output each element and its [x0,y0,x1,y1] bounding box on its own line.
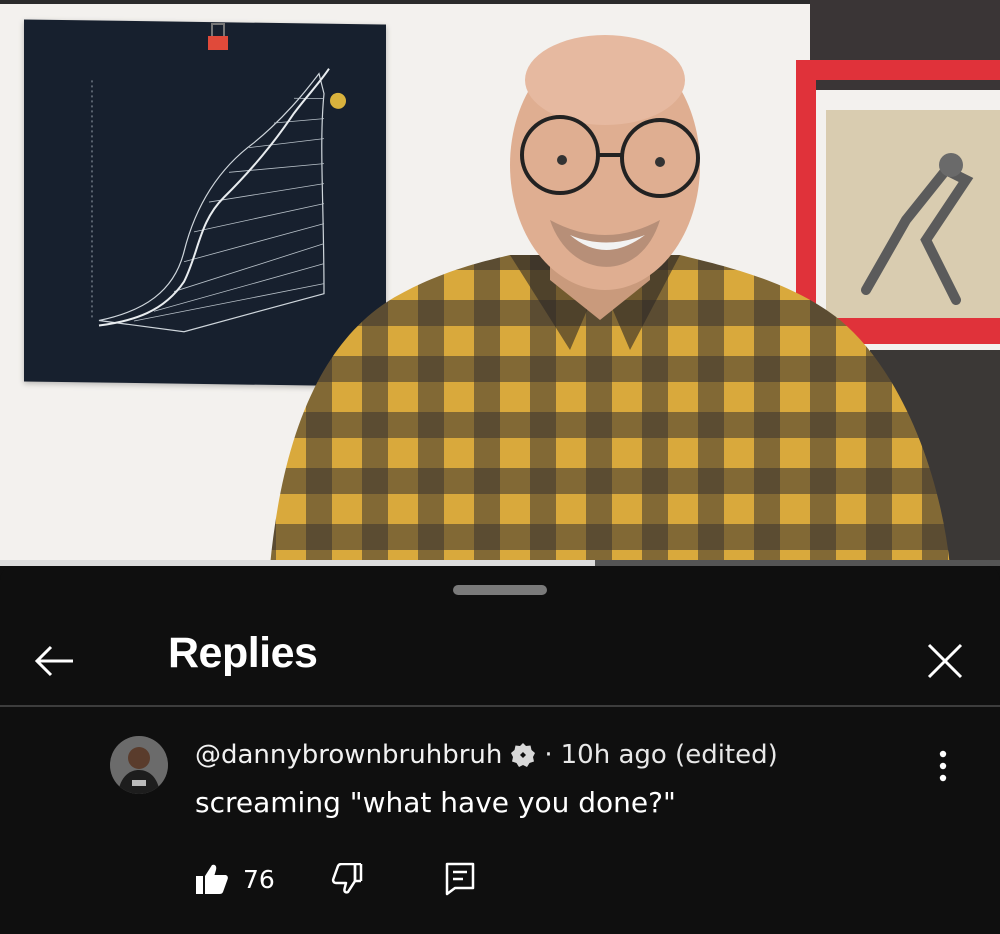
user-avatar-image [110,736,168,794]
more-vertical-icon [939,750,947,782]
like-button[interactable]: 76 [195,863,275,895]
video-player[interactable] [0,0,1000,566]
sheet-header: Replies [0,604,1000,704]
drag-handle[interactable] [453,585,547,595]
header-divider [0,705,1000,707]
thumbs-up-icon [196,864,228,894]
close-icon [927,643,963,679]
thumbs-down-icon [331,863,363,894]
more-options-button[interactable] [915,738,971,794]
reply-icon [445,862,475,896]
comment-item: @dannybrownbruhbruh · 10h ago (edited) s… [0,726,1000,926]
comment-meta: @dannybrownbruhbruh · 10h ago (edited) [195,740,778,770]
back-button[interactable] [20,626,90,696]
binder-clip-icon [208,23,228,50]
arrow-left-icon [34,645,73,677]
dislike-button[interactable] [331,863,363,895]
close-button[interactable] [910,626,980,696]
comment-timestamp: 10h ago (edited) [560,740,778,770]
replies-sheet: Replies @dannybrownbruhbruh · 10h ago (e… [0,566,1000,934]
page-title: Replies [168,629,318,677]
comment-actions: 76 [195,856,475,902]
avatar[interactable] [110,736,168,794]
verified-badge [510,742,536,768]
verified-badge-icon [511,743,536,767]
meta-separator: · [544,740,553,770]
reply-button[interactable] [445,862,475,896]
presenter [270,35,950,566]
like-count: 76 [243,864,275,894]
comment-author[interactable]: @dannybrownbruhbruh [195,740,502,770]
comment-text: screaming "what have you done?" [195,786,676,819]
